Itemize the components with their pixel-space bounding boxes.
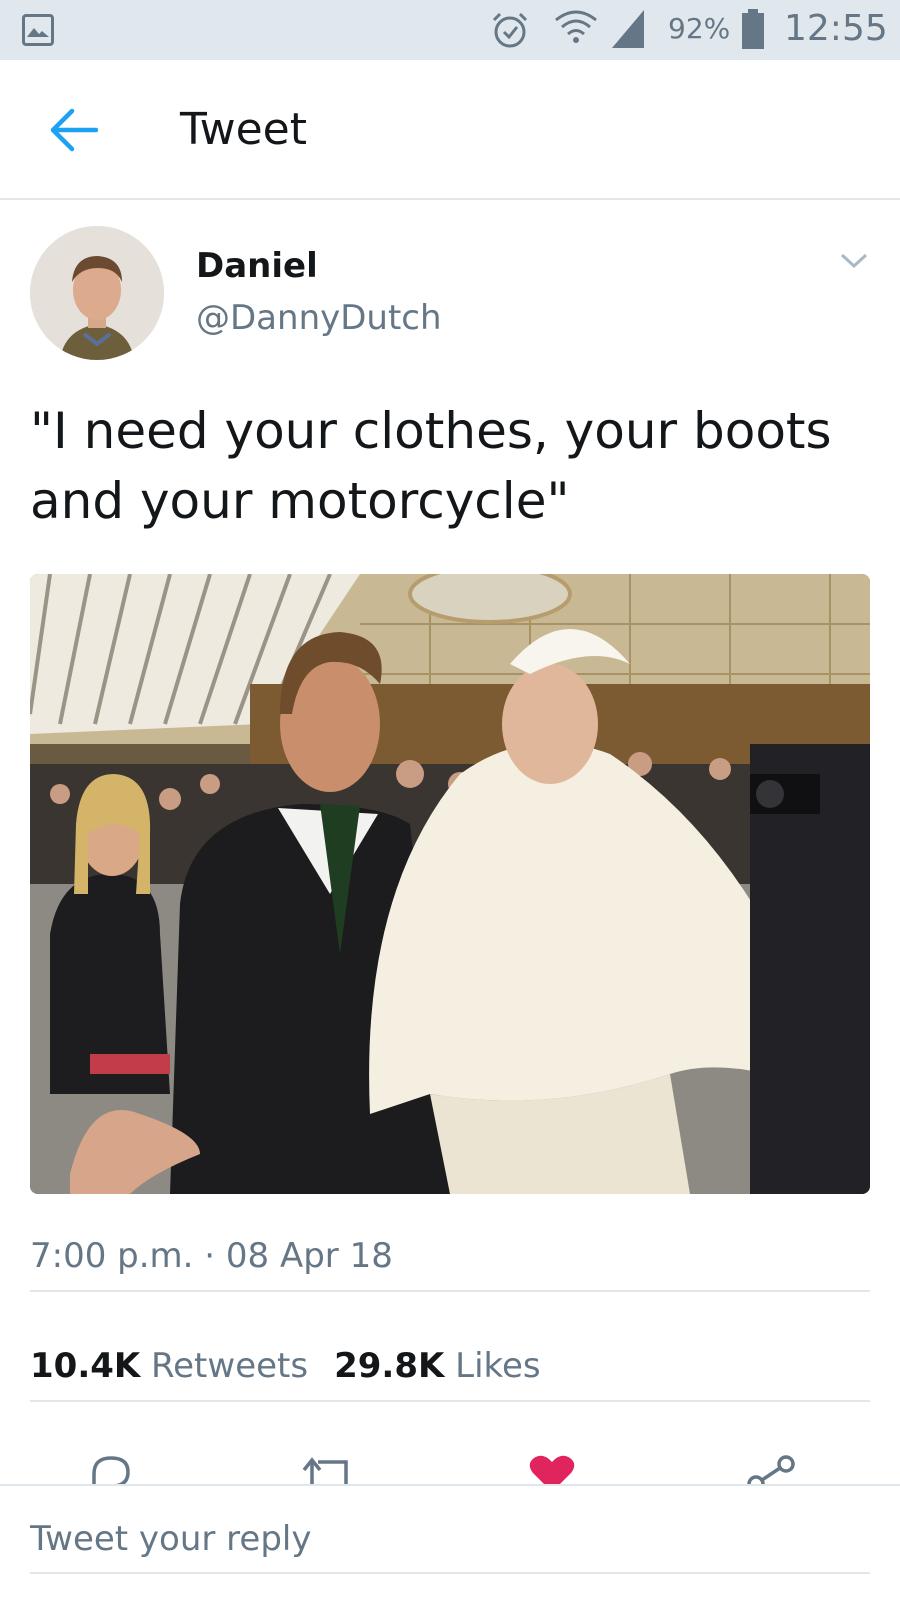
page-title: Tweet xyxy=(180,104,307,155)
divider xyxy=(30,1290,870,1292)
author-name[interactable]: Daniel xyxy=(196,246,318,286)
retweets-count: 10.4K xyxy=(30,1346,141,1386)
tweet-photo[interactable] xyxy=(30,574,870,1194)
likes-label: Likes xyxy=(455,1346,541,1386)
tweet-timestamp[interactable]: 7:00 p.m. · 08 Apr 18 xyxy=(30,1236,393,1276)
status-bar: 92% 12:55 xyxy=(0,0,900,60)
alarm-icon xyxy=(492,12,528,48)
likes-count: 29.8K xyxy=(334,1346,445,1386)
tweet-text: "I need your clothes, your boots and you… xyxy=(30,402,832,530)
author-handle[interactable]: @DannyDutch xyxy=(196,298,442,338)
status-time: 12:55 xyxy=(784,8,888,49)
chevron-down-icon[interactable] xyxy=(840,252,868,270)
retweets-label: Retweets xyxy=(151,1346,309,1386)
likes-stat[interactable]: 29.8K Likes xyxy=(334,1346,541,1386)
battery-icon xyxy=(742,9,764,49)
wifi-icon xyxy=(555,10,597,43)
avatar[interactable] xyxy=(30,226,164,360)
arrow-left-icon[interactable] xyxy=(50,108,98,152)
reply-input[interactable] xyxy=(30,1506,870,1574)
retweets-stat[interactable]: 10.4K Retweets xyxy=(30,1346,308,1386)
battery-percentage: 92% xyxy=(668,12,731,45)
tweet-stats: 10.4K Retweets 29.8K Likes xyxy=(30,1346,541,1386)
signal-icon xyxy=(612,10,644,48)
reply-bar xyxy=(0,1484,900,1600)
divider xyxy=(30,1400,870,1402)
app-header: Tweet xyxy=(0,60,900,200)
gallery-icon xyxy=(22,14,54,46)
